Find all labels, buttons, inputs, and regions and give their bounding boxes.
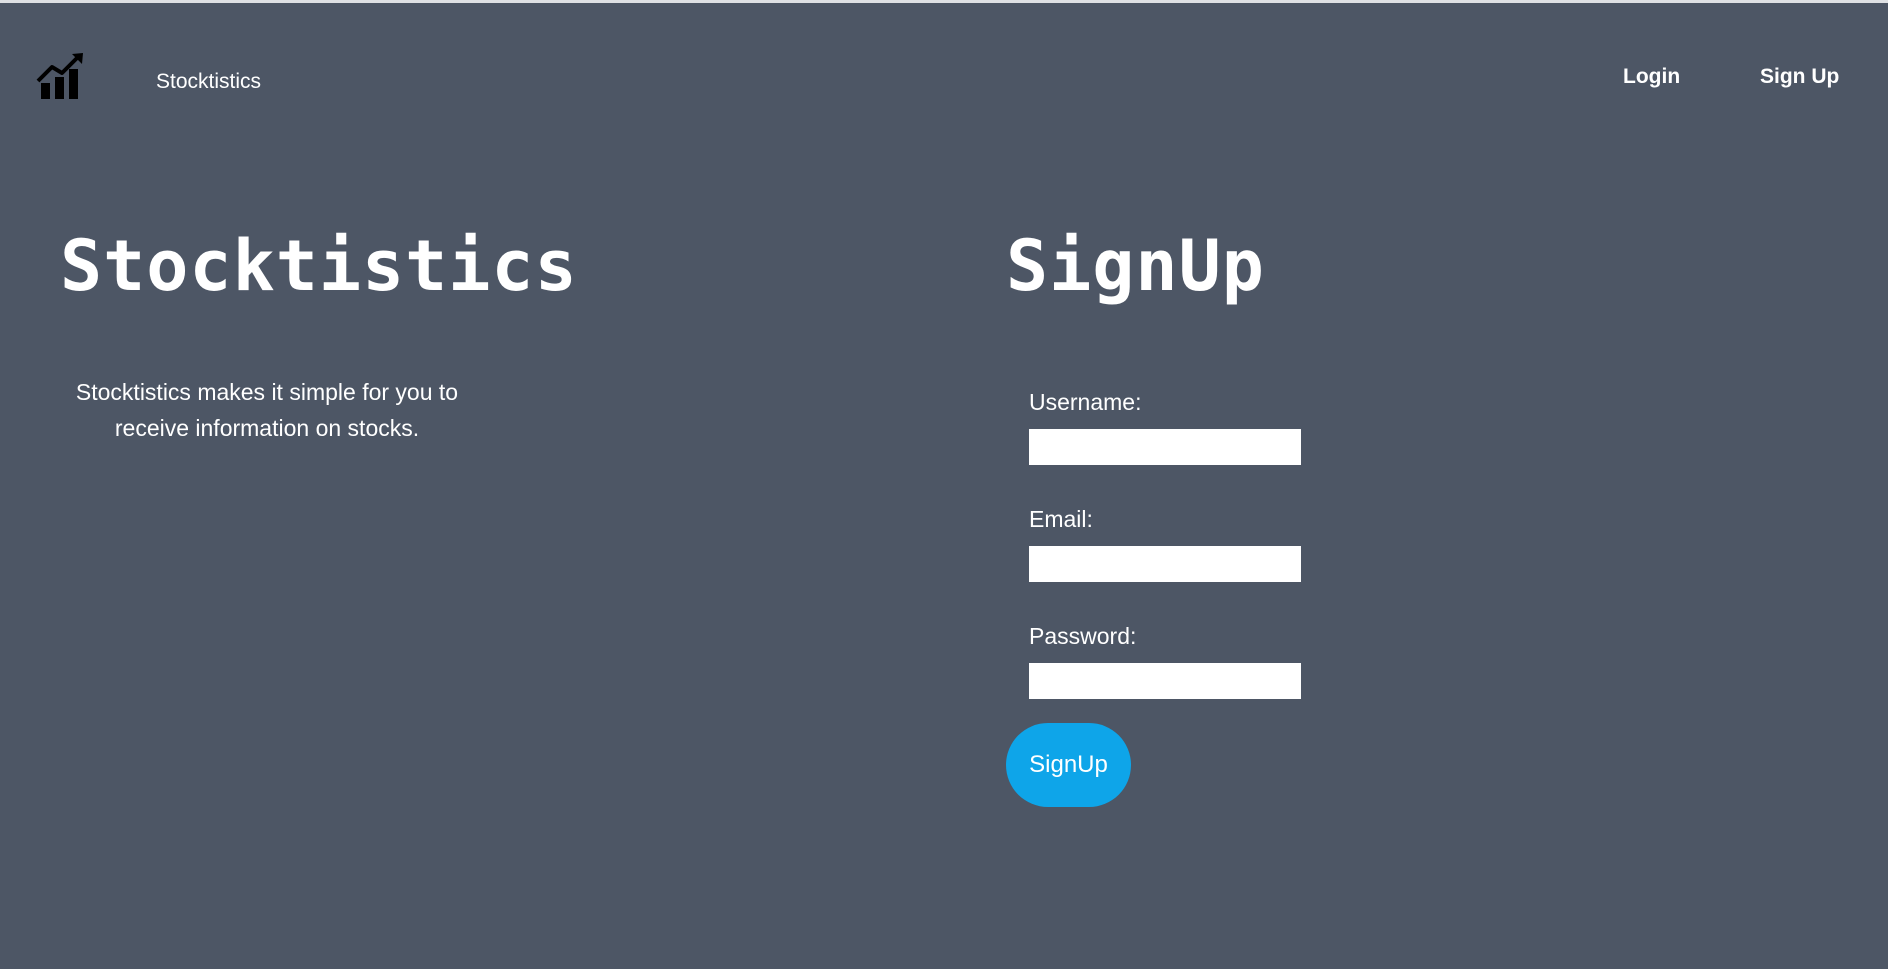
signup-submit-button[interactable]: SignUp <box>1006 723 1131 807</box>
password-input[interactable] <box>1029 663 1301 699</box>
brand-link[interactable]: Stocktistics <box>156 70 261 94</box>
email-label: Email: <box>1029 506 1093 532</box>
email-input[interactable] <box>1029 546 1301 582</box>
username-input[interactable] <box>1029 429 1301 465</box>
signup-form-title: SignUp <box>1006 225 1265 307</box>
username-label: Username: <box>1029 389 1142 415</box>
nav-login-link[interactable]: Login <box>1623 65 1680 89</box>
hero-description: Stocktistics makes it simple for you to … <box>75 379 459 441</box>
chart-growth-icon <box>36 53 83 99</box>
password-label: Password: <box>1029 623 1137 649</box>
nav-signup-link[interactable]: Sign Up <box>1760 65 1839 89</box>
hero-title: Stocktistics <box>60 225 578 307</box>
